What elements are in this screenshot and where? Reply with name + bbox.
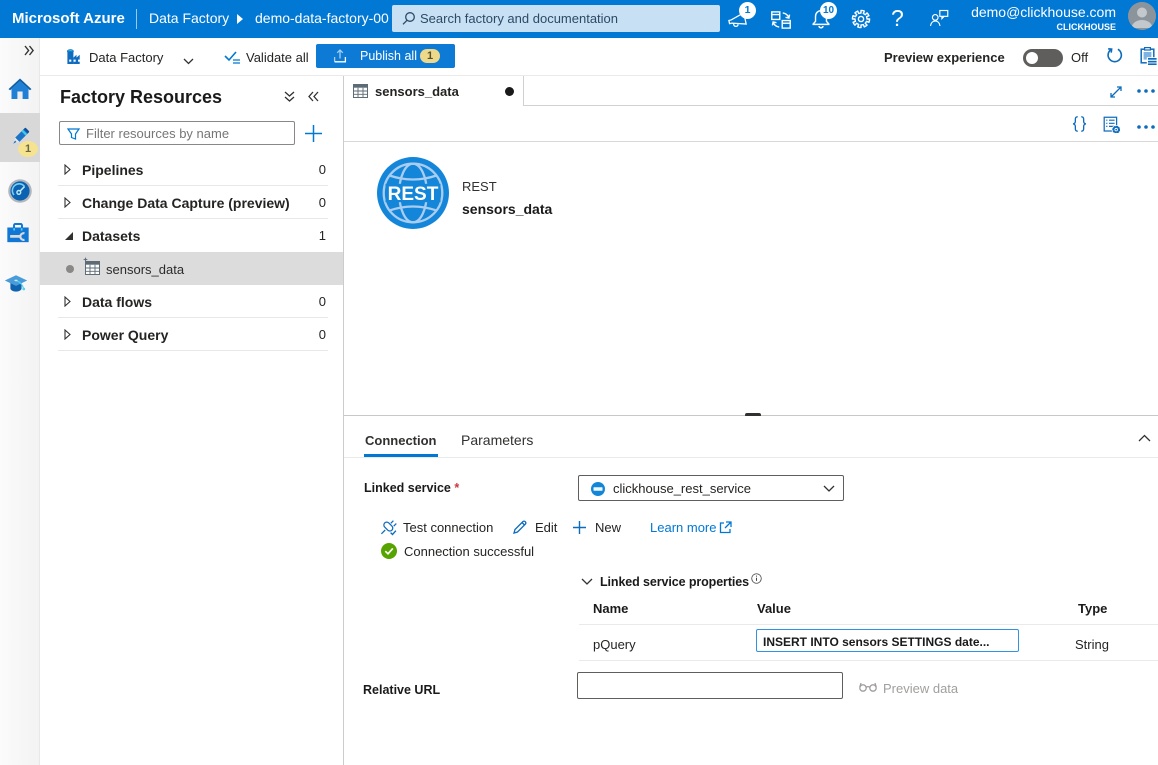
- svg-text:REST: REST: [388, 184, 439, 205]
